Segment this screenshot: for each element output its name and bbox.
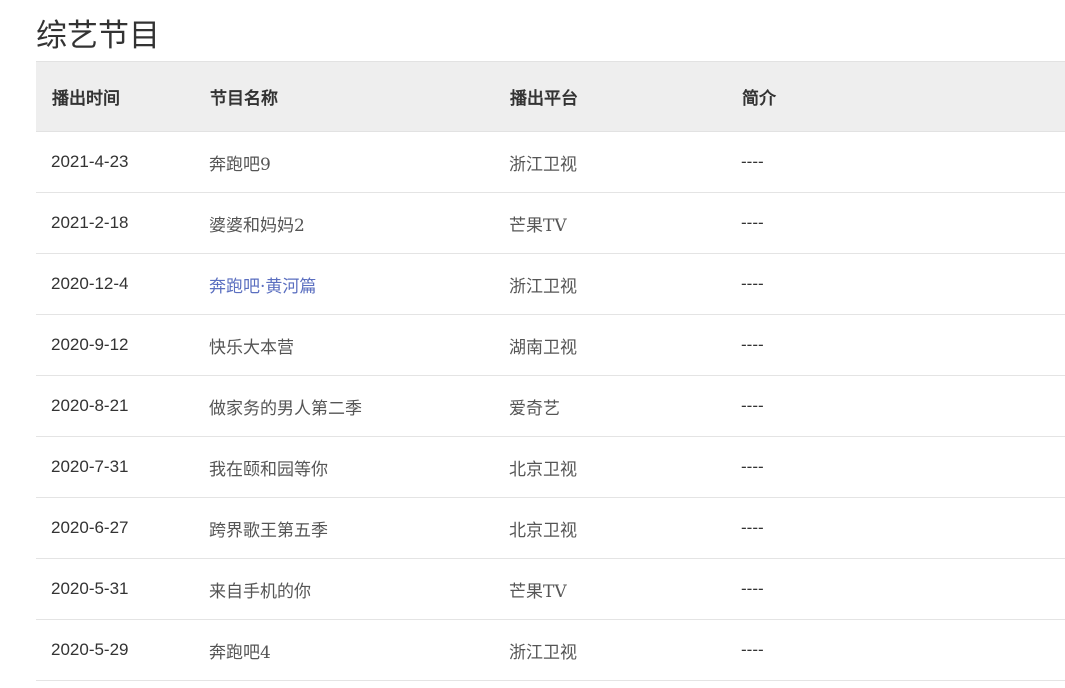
header-air-date: 播出时间 — [36, 61, 194, 132]
air-date-cell: 2020-8-21 — [51, 396, 129, 415]
intro-cell: ---- — [741, 152, 764, 171]
air-date-cell: 2021-2-18 — [51, 213, 129, 232]
platform-cell: 浙江卫视 — [509, 154, 577, 175]
platform-cell: 芒果TV — [509, 215, 567, 236]
platform-cell: 浙江卫视 — [509, 276, 577, 297]
platform-cell: 芒果TV — [509, 581, 567, 602]
air-date-cell: 2020-12-4 — [51, 274, 129, 293]
intro-cell: ---- — [741, 579, 764, 598]
platform-cell: 浙江卫视 — [509, 642, 577, 663]
header-platform: 播出平台 — [494, 61, 726, 132]
show-name-cell: 来自手机的你 — [209, 581, 311, 602]
show-name-cell: 奔跑吧4 — [209, 642, 271, 663]
air-date-cell: 2021-4-23 — [51, 152, 129, 171]
air-date-cell: 2020-6-27 — [51, 518, 129, 537]
variety-shows-table: 播出时间 节目名称 播出平台 简介 2021-4-23 奔跑吧9 浙江卫视 ---- 2… — [36, 61, 1065, 681]
table-row: 2020-5-31 来自手机的你 芒果TV ---- — [36, 559, 1065, 620]
table-row: 2020-12-4 奔跑吧·黄河篇 浙江卫视 ---- — [36, 254, 1065, 315]
header-intro: 简介 — [726, 61, 1065, 132]
platform-cell: 湖南卫视 — [509, 337, 577, 358]
page-title: 综艺节目 — [36, 18, 160, 54]
table-header: 播出时间 节目名称 播出平台 简介 — [36, 61, 1065, 132]
platform-cell: 北京卫视 — [509, 459, 577, 480]
intro-cell: ---- — [741, 518, 764, 537]
header-show-name: 节目名称 — [194, 61, 494, 132]
show-name-cell: 快乐大本营 — [209, 337, 294, 358]
content-area: 综艺节目 播出时间 节目名称 播出平台 简介 2021-4-23 奔跑吧9 浙江卫视… — [36, 0, 1065, 681]
intro-cell: ---- — [741, 274, 764, 293]
show-name-link[interactable]: 奔跑吧·黄河篇 — [209, 277, 316, 297]
show-name-cell: 跨界歌王第五季 — [209, 520, 328, 541]
table-row: 2021-4-23 奔跑吧9 浙江卫视 ---- — [36, 132, 1065, 193]
platform-cell: 爱奇艺 — [509, 398, 560, 419]
show-name-cell: 做家务的男人第二季 — [209, 398, 362, 419]
air-date-cell: 2020-5-31 — [51, 579, 129, 598]
air-date-cell: 2020-7-31 — [51, 457, 129, 476]
intro-cell: ---- — [741, 640, 764, 659]
table-row: 2020-6-27 跨界歌王第五季 北京卫视 ---- — [36, 498, 1065, 559]
intro-cell: ---- — [741, 457, 764, 476]
header-row: 播出时间 节目名称 播出平台 简介 — [36, 61, 1065, 132]
table-row: 2021-2-18 婆婆和妈妈2 芒果TV ---- — [36, 193, 1065, 254]
table-row: 2020-7-31 我在颐和园等你 北京卫视 ---- — [36, 437, 1065, 498]
intro-cell: ---- — [741, 213, 764, 232]
table-row: 2020-8-21 做家务的男人第二季 爱奇艺 ---- — [36, 376, 1065, 437]
air-date-cell: 2020-5-29 — [51, 640, 129, 659]
show-name-cell: 奔跑吧9 — [209, 154, 271, 175]
table-body: 2021-4-23 奔跑吧9 浙江卫视 ---- 2021-2-18 婆婆和妈妈2 芒果TV… — [36, 132, 1065, 681]
platform-cell: 北京卫视 — [509, 520, 577, 541]
table-row: 2020-9-12 快乐大本营 湖南卫视 ---- — [36, 315, 1065, 376]
show-name-cell: 婆婆和妈妈2 — [209, 215, 305, 236]
show-name-cell: 奔跑吧·黄河篇 — [194, 254, 494, 315]
table-row: 2020-5-29 奔跑吧4 浙江卫视 ---- — [36, 620, 1065, 681]
show-name-cell: 我在颐和园等你 — [209, 459, 328, 480]
air-date-cell: 2020-9-12 — [51, 335, 129, 354]
intro-cell: ---- — [741, 396, 764, 415]
intro-cell: ---- — [741, 335, 764, 354]
